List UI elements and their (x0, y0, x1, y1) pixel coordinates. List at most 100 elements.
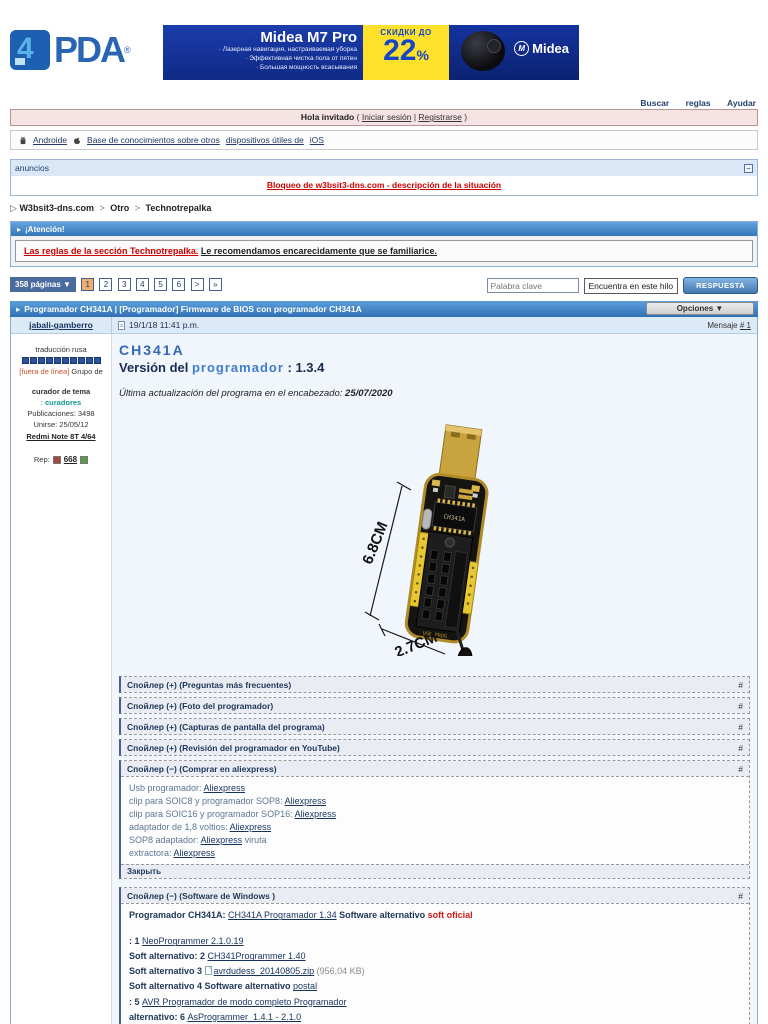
shop-line: SOP8 adaptador: Aliexpress viruta (129, 835, 267, 846)
breadcrumb-sep: > (99, 203, 105, 213)
aliexpress-link[interactable]: Aliexpress (174, 848, 216, 858)
android-icon (20, 136, 26, 144)
post-icon[interactable] (118, 320, 125, 330)
section-rules-link[interactable]: Las reglas de la sección Technotrepalka. (24, 246, 198, 256)
forum-logo[interactable]: 4 PDA ® (10, 30, 131, 70)
breadcrumb-category[interactable]: Otro (110, 203, 129, 213)
breadcrumb-root[interactable]: W3bsit3-dns.com (19, 203, 94, 213)
spoiler-software: Спойлер (−) (Software de Windows ) # Prog… (119, 887, 750, 1024)
midea-brand: M Midea (514, 41, 569, 56)
download-link[interactable]: NeoProgrammer 2.1.0.19 (142, 936, 244, 946)
download-link[interactable]: AVR Programador de modo completo Program… (142, 997, 346, 1007)
anchor-link[interactable]: # (738, 680, 743, 690)
download-link[interactable]: CH341Programmer 1.40 (208, 951, 306, 961)
options-button[interactable]: Opciones ▼ (646, 302, 754, 315)
aliexpress-link[interactable]: Aliexpress (230, 822, 272, 832)
rep-plus-icon[interactable] (80, 455, 89, 464)
anchor-link[interactable]: # (738, 722, 743, 732)
badge-icon (37, 357, 45, 365)
post-date: 19/1/18 11:41 p.m. (129, 320, 200, 330)
nav-knowledge-base-link[interactable]: Base de conocimientos sobre otros (87, 135, 220, 145)
nav-useful-devices-link[interactable]: dispositivos útiles de (226, 135, 304, 145)
reply-button[interactable]: RESPUESTA (683, 277, 758, 294)
help-link[interactable]: Ayudar (727, 98, 756, 108)
nav-ios-link[interactable]: iOS (310, 135, 324, 145)
user-info-panel: traducción rusa [fuera de línea] Grupo d… (11, 334, 112, 1024)
author-link[interactable]: jabali-gamberro (29, 320, 93, 330)
shop-line: clip para SOIC16 y programador SOP16: Al… (129, 809, 337, 820)
ad-banner[interactable]: Midea M7 Pro · Лазерная навигация, настр… (163, 25, 579, 80)
spoiler-title[interactable]: Спойлер (−) (Software de Windows ) (127, 891, 275, 901)
programmer-link[interactable]: programador (192, 360, 284, 375)
find-in-thread-button[interactable]: Encuentra en este hilo (583, 277, 679, 294)
paren: ) (464, 112, 468, 122)
page-button-next[interactable]: > (190, 278, 204, 292)
attention-block: ▸ ¡Atención! Las reglas de la sección Te… (10, 221, 758, 267)
breadcrumb-section[interactable]: Technotrepalka (146, 203, 212, 213)
pagination-row: 358 páginas ▼ 1 2 3 4 5 6 > » Encuentra … (10, 277, 758, 297)
message-number-link[interactable]: # 1 (740, 321, 751, 330)
announcement-link[interactable]: Bloqueo de w3bsit3-dns.com - descripción… (267, 180, 501, 190)
updated-label: Última actualización del programa en el … (119, 388, 346, 399)
search-link[interactable]: Buscar (640, 98, 669, 108)
collapse-icon[interactable]: − (744, 163, 753, 173)
pages-dropdown[interactable]: 358 páginas ▼ (10, 277, 76, 292)
ad-discount-block: СКИДКИ ДО 22% (363, 25, 449, 80)
top-banner-area: 4 PDA ® Midea M7 Pro · Лазерная навигаци… (0, 0, 768, 95)
shop-line: clip para SOIC8 y programador SOP8: Alie… (129, 796, 327, 807)
download-link[interactable]: postal (293, 981, 317, 991)
logo-4-icon: 4 (10, 30, 50, 70)
keyword-search-input[interactable] (486, 278, 579, 293)
rep-minus-icon[interactable] (52, 455, 61, 464)
post-content: CH341A Versión del programador : 1.3.4 Ú… (112, 334, 757, 1024)
badge-icon (21, 357, 29, 365)
page-button-4[interactable]: 4 (135, 278, 149, 292)
announcements-title: anuncios (15, 163, 50, 173)
software-line: : 5 AVR Programador de modo completo Pro… (129, 996, 347, 1007)
download-link[interactable]: AsProgrammer_1.4.1 - 2.1.0 (188, 1012, 302, 1022)
page-button-2[interactable]: 2 (99, 278, 113, 292)
robot-vacuum-image (461, 31, 505, 71)
breadcrumb: ▷ W3bsit3-dns.com > Otro > Technotrepalk… (10, 203, 758, 214)
register-link[interactable]: Registrarse (418, 112, 461, 122)
spoiler-title[interactable]: Спойлер (+) (Capturas de pantalla del pr… (127, 722, 325, 732)
spoiler-title[interactable]: Спойлер (+) (Foto del programador) (127, 701, 273, 711)
login-link[interactable]: Iniciar sesión (362, 112, 412, 122)
badge-icon (77, 357, 85, 365)
shop-line: extractora: Aliexpress (129, 848, 216, 859)
spoiler-title[interactable]: Спойлер (−) (Comprar en aliexpress) (127, 764, 277, 774)
guest-bar: Hola invitado ( Iniciar sesión | Registr… (10, 109, 758, 126)
group-link[interactable]: curadores (45, 398, 81, 407)
ad-title: Midea M7 Pro (260, 29, 357, 46)
nav-android-link[interactable]: Androide (33, 135, 67, 145)
rep-value-link[interactable]: 668 (64, 454, 77, 466)
page-button-last[interactable]: » (208, 278, 222, 292)
software-line: Programador CH341A: CH341A Programador 1… (129, 910, 473, 921)
anchor-link[interactable]: # (738, 891, 743, 901)
topic-title: Programador CH341A | [Programador] Firmw… (24, 304, 362, 314)
attachment-link[interactable]: avrdudess_20140805.zip (214, 966, 315, 976)
ad-bullet: · Большая мощность всасывания (255, 63, 357, 71)
page-button-1[interactable]: 1 (81, 278, 95, 292)
chevron-down-icon: ▼ (63, 280, 71, 289)
programmer-photo: CH341A USB PROG 6.8CM 2.7CM (359, 424, 489, 671)
spoiler-screenshots: Спойлер (+) (Capturas de pantalla del pr… (119, 718, 750, 735)
download-link[interactable]: CH341A Programador 1.34 (228, 910, 337, 920)
page-button-3[interactable]: 3 (117, 278, 131, 292)
user-device-link[interactable]: Redmi Note 8T 4/64 (26, 432, 95, 441)
aliexpress-link[interactable]: Aliexpress (201, 835, 243, 845)
anchor-link[interactable]: # (738, 743, 743, 753)
aliexpress-link[interactable]: Aliexpress (295, 809, 337, 819)
spoiler-title[interactable]: Спойлер (+) (Preguntas más frecuentes) (127, 680, 291, 690)
page-button-6[interactable]: 6 (172, 278, 186, 292)
aliexpress-link[interactable]: Aliexpress (204, 783, 246, 793)
anchor-link[interactable]: # (738, 764, 743, 774)
aliexpress-link[interactable]: Aliexpress (285, 796, 327, 806)
rules-link[interactable]: reglas (686, 98, 711, 108)
attention-message: Las reglas de la sección Technotrepalka.… (15, 240, 753, 262)
close-spoiler-link[interactable]: Закрыть (127, 867, 161, 876)
anchor-link[interactable]: # (738, 701, 743, 711)
page-button-5[interactable]: 5 (154, 278, 168, 292)
spoiler-title[interactable]: Спойлер (+) (Revisión del programador en… (127, 743, 340, 753)
software-line: Soft alternativo 3 avrdudess_20140805.zi… (129, 966, 365, 977)
